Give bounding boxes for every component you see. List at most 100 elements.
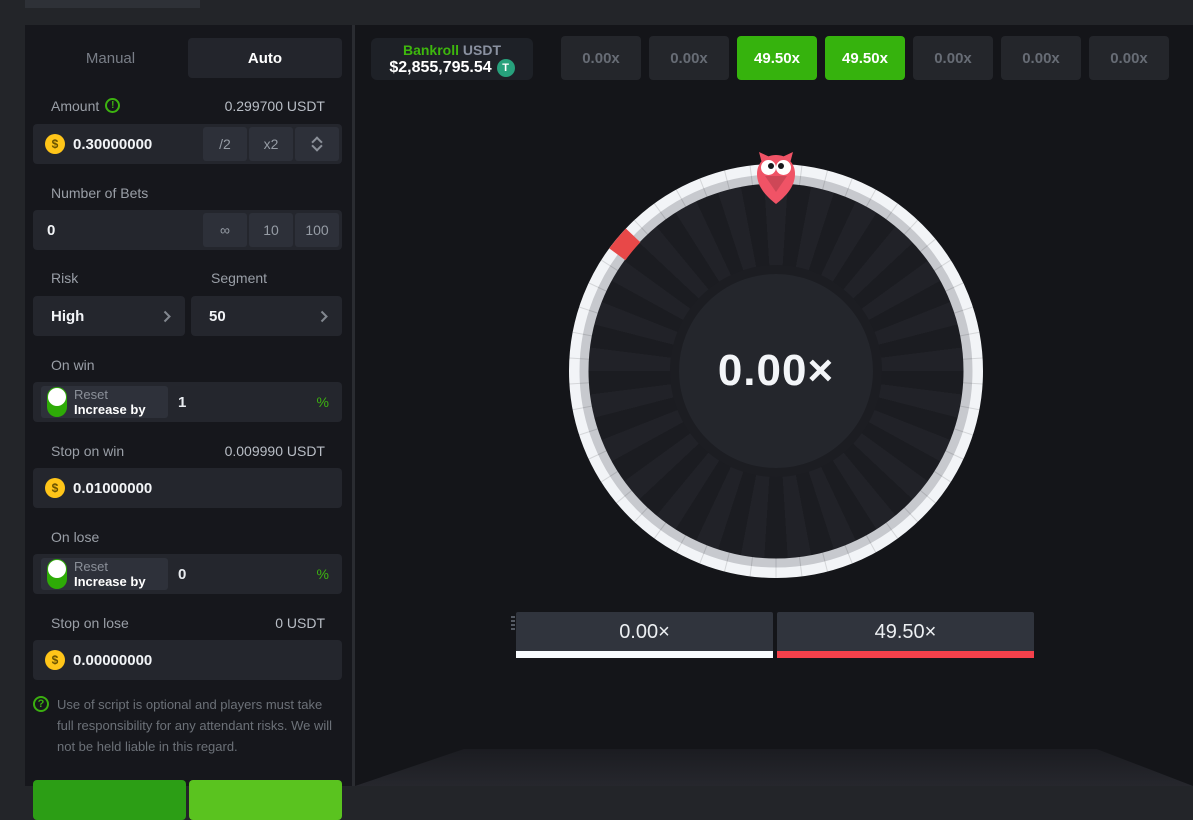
amount-value[interactable]: 0.30000000 xyxy=(73,136,152,153)
wheel: 0.00× xyxy=(566,161,986,581)
amount-stepper[interactable] xyxy=(295,127,339,161)
bankroll-amount: $2,855,795.54 xyxy=(389,59,491,77)
on-win-control: Reset Increase by 1 % xyxy=(33,382,342,422)
dollar-coin-icon: $ xyxy=(45,134,65,154)
history-result[interactable]: 0.00x xyxy=(561,36,641,80)
percent-sign: % xyxy=(317,566,329,582)
stop-on-win-label: Stop on win xyxy=(51,443,124,459)
amount-buttons: /2 x2 xyxy=(203,127,339,161)
bankroll-box[interactable]: Bankroll USDT $2,855,795.54 T xyxy=(371,38,533,80)
bets-label: Number of Bets xyxy=(51,185,148,201)
infinite-bets-button[interactable]: ∞ xyxy=(203,213,247,247)
increase-by-option[interactable]: Increase by xyxy=(74,574,146,589)
game-tab-remnant[interactable] xyxy=(25,0,200,8)
amount-input[interactable]: $ 0.30000000 /2 x2 xyxy=(33,124,342,164)
outcome-lose-accent xyxy=(516,651,773,658)
start-autobet-button-right[interactable] xyxy=(189,780,342,820)
start-autobet-button-left[interactable] xyxy=(33,780,186,820)
tab-manual[interactable]: Manual xyxy=(33,38,188,78)
outcome-bar-lose[interactable]: 0.00× xyxy=(516,612,773,658)
percent-sign: % xyxy=(317,394,329,410)
on-lose-label-row: On lose xyxy=(51,528,325,545)
stop-on-lose-value[interactable]: 0.00000000 xyxy=(73,652,152,669)
stop-on-lose-input[interactable]: $ 0.00000000 xyxy=(33,640,342,680)
on-win-value[interactable]: 1 xyxy=(178,394,186,411)
owl-pointer-icon xyxy=(752,150,800,206)
disclaimer-text: Use of script is optional and players mu… xyxy=(57,694,338,757)
on-lose-label: On lose xyxy=(51,529,99,545)
on-win-label-row: On win xyxy=(51,356,325,373)
floor-shadow xyxy=(355,749,1193,786)
script-disclaimer: ? Use of script is optional and players … xyxy=(33,694,338,757)
tab-auto[interactable]: Auto xyxy=(188,38,342,78)
on-lose-toggle-labels: Reset Increase by xyxy=(74,559,146,589)
reset-option[interactable]: Reset xyxy=(74,387,146,402)
on-win-label: On win xyxy=(51,357,95,373)
risk-value: High xyxy=(51,308,84,325)
stop-on-win-label-row: Stop on win 0.009990 USDT xyxy=(51,442,325,459)
ten-bets-button[interactable]: 10 xyxy=(249,213,293,247)
bets-value[interactable]: 0 xyxy=(47,222,55,239)
wheel-red-segment xyxy=(617,235,633,254)
hundred-bets-button[interactable]: 100 xyxy=(295,213,339,247)
increase-by-option[interactable]: Increase by xyxy=(74,402,146,417)
history-result[interactable]: 49.50x xyxy=(825,36,905,80)
outcome-win-accent xyxy=(777,651,1034,658)
history-result[interactable]: 0.00x xyxy=(1001,36,1081,80)
dollar-coin-icon: $ xyxy=(45,650,65,670)
amount-label-row: Amount ! 0.299700 USDT xyxy=(51,97,325,114)
history-result[interactable]: 0.00x xyxy=(913,36,993,80)
mode-tabs: Manual Auto xyxy=(33,38,342,78)
outcome-bar-win[interactable]: 49.50× xyxy=(777,612,1034,658)
on-lose-toggle[interactable]: Reset Increase by xyxy=(41,558,168,590)
dollar-coin-icon: $ xyxy=(45,478,65,498)
bets-input[interactable]: 0 ∞ 10 100 xyxy=(33,210,342,250)
on-lose-control: Reset Increase by 0 % xyxy=(33,554,342,594)
bets-buttons: ∞ 10 100 xyxy=(203,213,339,247)
toggle-icon[interactable] xyxy=(47,387,67,417)
stop-on-win-input[interactable]: $ 0.01000000 xyxy=(33,468,342,508)
stop-on-lose-label: Stop on lose xyxy=(51,615,129,631)
risk-select[interactable]: High xyxy=(33,296,185,336)
bankroll-title: Bankroll USDT xyxy=(403,42,501,58)
on-win-toggle-labels: Reset Increase by xyxy=(74,387,146,417)
bets-label-row: Number of Bets xyxy=(51,184,325,201)
reset-option[interactable]: Reset xyxy=(74,559,146,574)
question-circle-icon: ? xyxy=(33,696,49,712)
wheel-game-page: { "sidebar": { "tabs": { "manual": "Manu… xyxy=(0,0,1193,786)
segment-label: Segment xyxy=(211,270,267,286)
chevron-right-icon xyxy=(320,310,328,323)
amount-converted: 0.299700 USDT xyxy=(225,98,325,114)
outcome-lose-label: 0.00× xyxy=(619,621,670,644)
outcome-bars: 0.00× 49.50× xyxy=(516,612,1034,658)
drag-handle-icon[interactable] xyxy=(511,616,515,630)
history-result[interactable]: 0.00x xyxy=(1089,36,1169,80)
segment-select[interactable]: 50 xyxy=(191,296,342,336)
bet-action-buttons xyxy=(33,780,342,820)
stop-on-lose-converted: 0 USDT xyxy=(275,615,325,631)
half-bet-button[interactable]: /2 xyxy=(203,127,247,161)
risk-label: Risk xyxy=(51,270,78,286)
history-result[interactable]: 0.00x xyxy=(649,36,729,80)
on-win-toggle[interactable]: Reset Increase by xyxy=(41,386,168,418)
current-multiplier: 0.00× xyxy=(718,346,834,396)
result-history: 0.00x 0.00x 49.50x 49.50x 0.00x 0.00x 0.… xyxy=(561,36,1169,80)
amount-label: Amount ! xyxy=(51,98,120,114)
stop-on-win-value[interactable]: 0.01000000 xyxy=(73,480,152,497)
game-area: Bankroll USDT $2,855,795.54 T 0.00x 0.00… xyxy=(355,25,1193,786)
bankroll-label: Bankroll xyxy=(403,42,459,58)
tether-icon: T xyxy=(497,59,515,77)
history-result[interactable]: 49.50x xyxy=(737,36,817,80)
info-icon[interactable]: ! xyxy=(105,98,120,113)
segment-value: 50 xyxy=(209,308,226,325)
double-bet-button[interactable]: x2 xyxy=(249,127,293,161)
toggle-icon[interactable] xyxy=(47,559,67,589)
stop-on-lose-label-row: Stop on lose 0 USDT xyxy=(51,614,325,631)
bankroll-currency-code: USDT xyxy=(463,42,501,58)
outcome-win-label: 49.50× xyxy=(875,621,937,644)
on-lose-value[interactable]: 0 xyxy=(178,566,186,583)
chevron-right-icon xyxy=(163,310,171,323)
stop-on-win-converted: 0.009990 USDT xyxy=(225,443,325,459)
bet-panel: Manual Auto Amount ! 0.299700 USDT $ 0.3… xyxy=(25,25,352,786)
bankroll-amount-row: $2,855,795.54 T xyxy=(389,59,514,77)
